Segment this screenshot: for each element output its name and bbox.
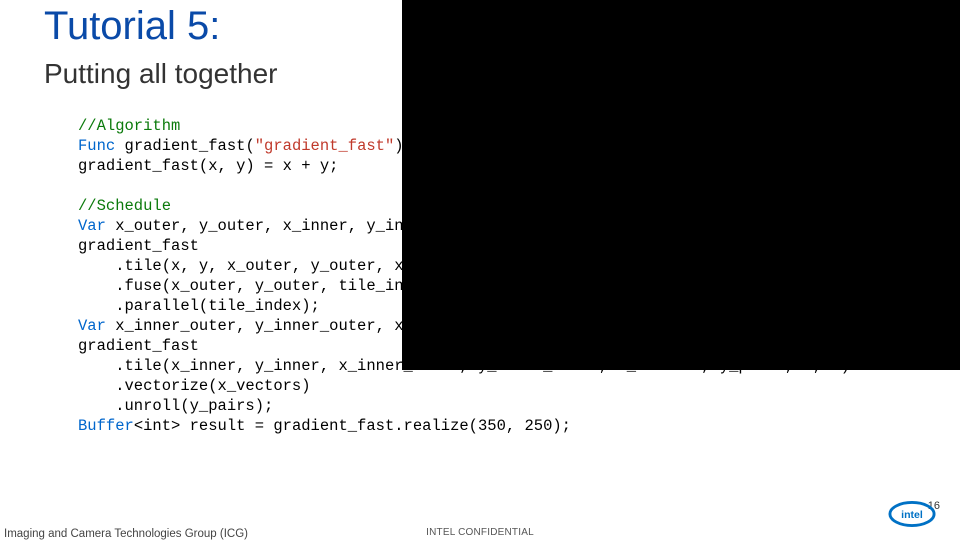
code-keyword: Var — [78, 217, 106, 235]
code-comment: //Schedule — [78, 197, 171, 215]
code-keyword: Var — [78, 317, 106, 335]
slide-title: Tutorial 5: — [44, 4, 220, 49]
code-text: x_outer, y_outer, x_inner, y_inner, tile… — [106, 217, 552, 235]
footer-center: INTEL CONFIDENTIAL — [0, 527, 960, 538]
code-text: gradient_fast — [78, 237, 199, 255]
code-text: .fuse(x_outer, y_outer, tile_index) — [78, 277, 441, 295]
code-comment: //Algorithm — [78, 117, 180, 135]
intel-logo-icon: intel — [888, 499, 936, 534]
code-text: <int> result = gradient_fast.realize(350… — [134, 417, 571, 435]
code-keyword: Buffer — [78, 417, 134, 435]
code-string: "gradient_fast" — [255, 137, 395, 155]
code-text: .parallel(tile_index); — [78, 297, 320, 315]
code-text: .unroll(y_pairs); — [78, 397, 273, 415]
code-text: gradient_fast — [78, 337, 199, 355]
code-text: x_inner_outer, y_inner_outer, x_vectors,… — [106, 317, 571, 335]
code-text: .vectorize(x_vectors) — [78, 377, 311, 395]
code-text: gradient_fast(x, y) = x + y; — [78, 157, 338, 175]
code-text: .tile(x, y, x_outer, y_outer, x_inner, y… — [78, 257, 627, 275]
logo-text: intel — [901, 509, 923, 521]
code-text: .tile(x_inner, y_inner, x_inner_outer, y… — [78, 357, 850, 375]
slide-subtitle: Putting all together — [44, 58, 278, 90]
code-keyword: Func — [78, 137, 115, 155]
slide: Tutorial 5: Putting all together //Algor… — [0, 0, 960, 540]
code-block: //Algorithm Func gradient_fast("gradient… — [78, 116, 850, 436]
code-text: gradient_fast( — [115, 137, 255, 155]
code-text: ); — [394, 137, 413, 155]
